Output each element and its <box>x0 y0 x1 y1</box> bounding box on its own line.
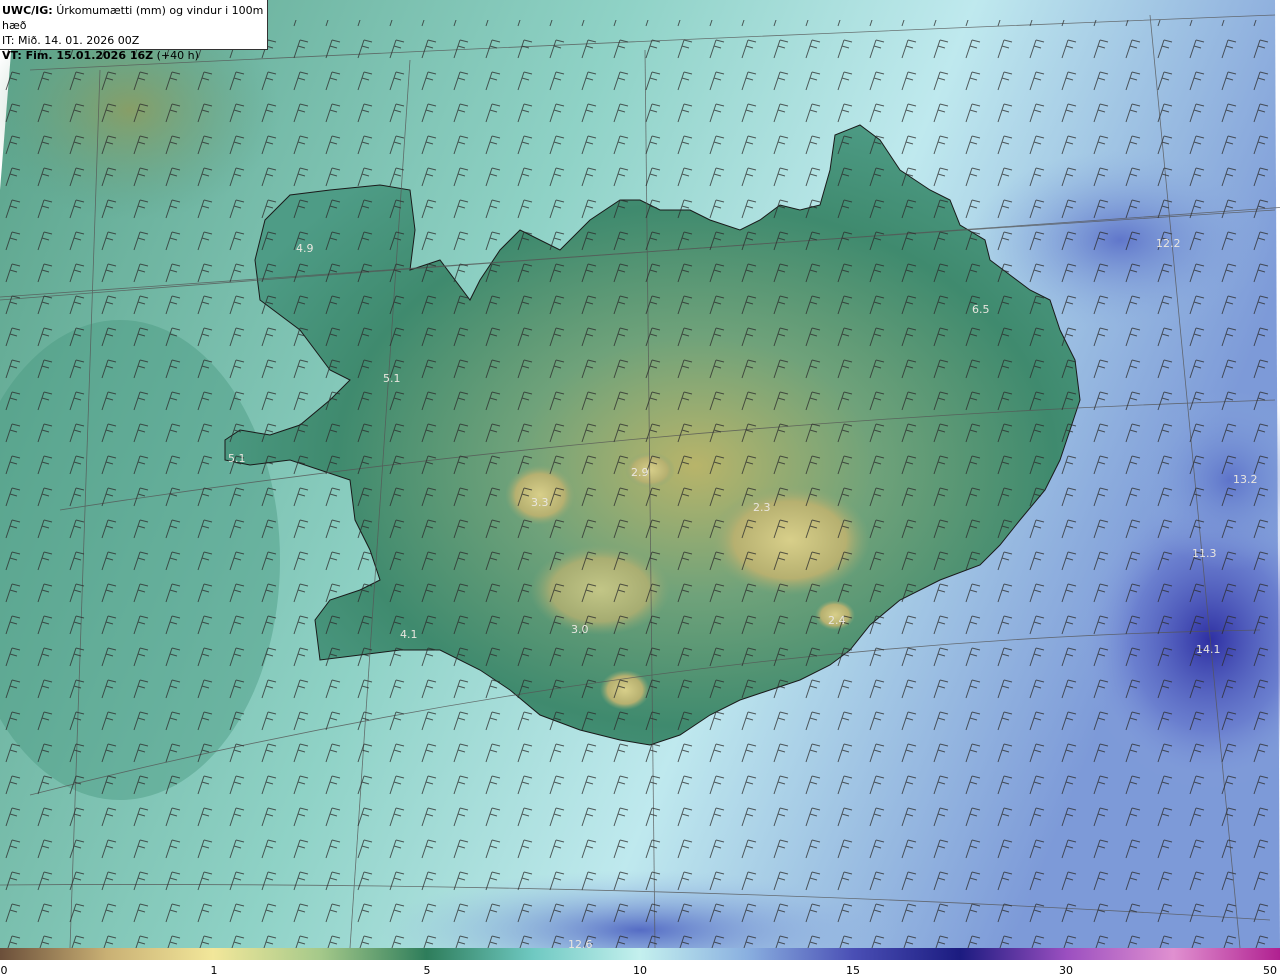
value-label-hofsjokull: 2.9 <box>631 466 649 479</box>
colorbar <box>0 948 1280 960</box>
product-code: UWC/IG: <box>2 4 53 17</box>
valid-time-line: VT: Fim. 15.01.2026 16Z (+40 h) <box>2 48 267 63</box>
value-label-vatnajokull: 2.3 <box>753 501 771 514</box>
value-label-northeast-sea: 12.2 <box>1156 237 1181 250</box>
value-label-east-sea-2: 11.3 <box>1192 547 1217 560</box>
value-label-myrdalsjokull: 3.0 <box>571 623 589 636</box>
colorbar-tick-50: 50 <box>1263 964 1277 977</box>
value-label-east: 6.5 <box>972 303 990 316</box>
value-label-southwest: 4.1 <box>400 628 418 641</box>
colorbar-tick-1: 1 <box>210 964 218 977</box>
colorbar-tick-5: 5 <box>423 964 431 977</box>
value-label-south-sea: 12.6 <box>568 938 593 948</box>
weather-map: 4.9 5.1 5.1 3.3 2.9 2.3 4.1 3.0 2.4 6.5 … <box>0 0 1280 948</box>
value-label-westfjords: 4.9 <box>296 242 314 255</box>
value-label-oraefajokull: 2.4 <box>828 614 846 627</box>
map-header: UWC/IG: Úrkomumætti (mm) og vindur i 100… <box>0 0 268 62</box>
title-line: UWC/IG: Úrkomumætti (mm) og vindur i 100… <box>2 3 267 33</box>
valid-time: VT: Fim. 15.01.2026 16Z <box>2 49 154 62</box>
value-label-snaefellsnes: 5.1 <box>383 372 401 385</box>
lead-time: (+40 h) <box>156 49 199 62</box>
issue-time: IT: Mið. 14. 01. 2026 00Z <box>2 34 140 47</box>
colorbar-tick-15: 15 <box>846 964 860 977</box>
colorbar-labels: 0 1 5 10 15 30 50 <box>0 962 1280 978</box>
value-label-langjokull: 3.3 <box>531 496 549 509</box>
value-label-east-sea: 13.2 <box>1233 473 1258 486</box>
colorbar-tick-0: 0 <box>0 964 8 977</box>
value-label-southeast-sea: 14.1 <box>1196 643 1221 656</box>
colorbar-tick-30: 30 <box>1059 964 1073 977</box>
colorbar-tick-10: 10 <box>633 964 647 977</box>
value-label-reykjanes-west: 5.1 <box>228 452 246 465</box>
wind-barbs <box>0 20 1280 948</box>
